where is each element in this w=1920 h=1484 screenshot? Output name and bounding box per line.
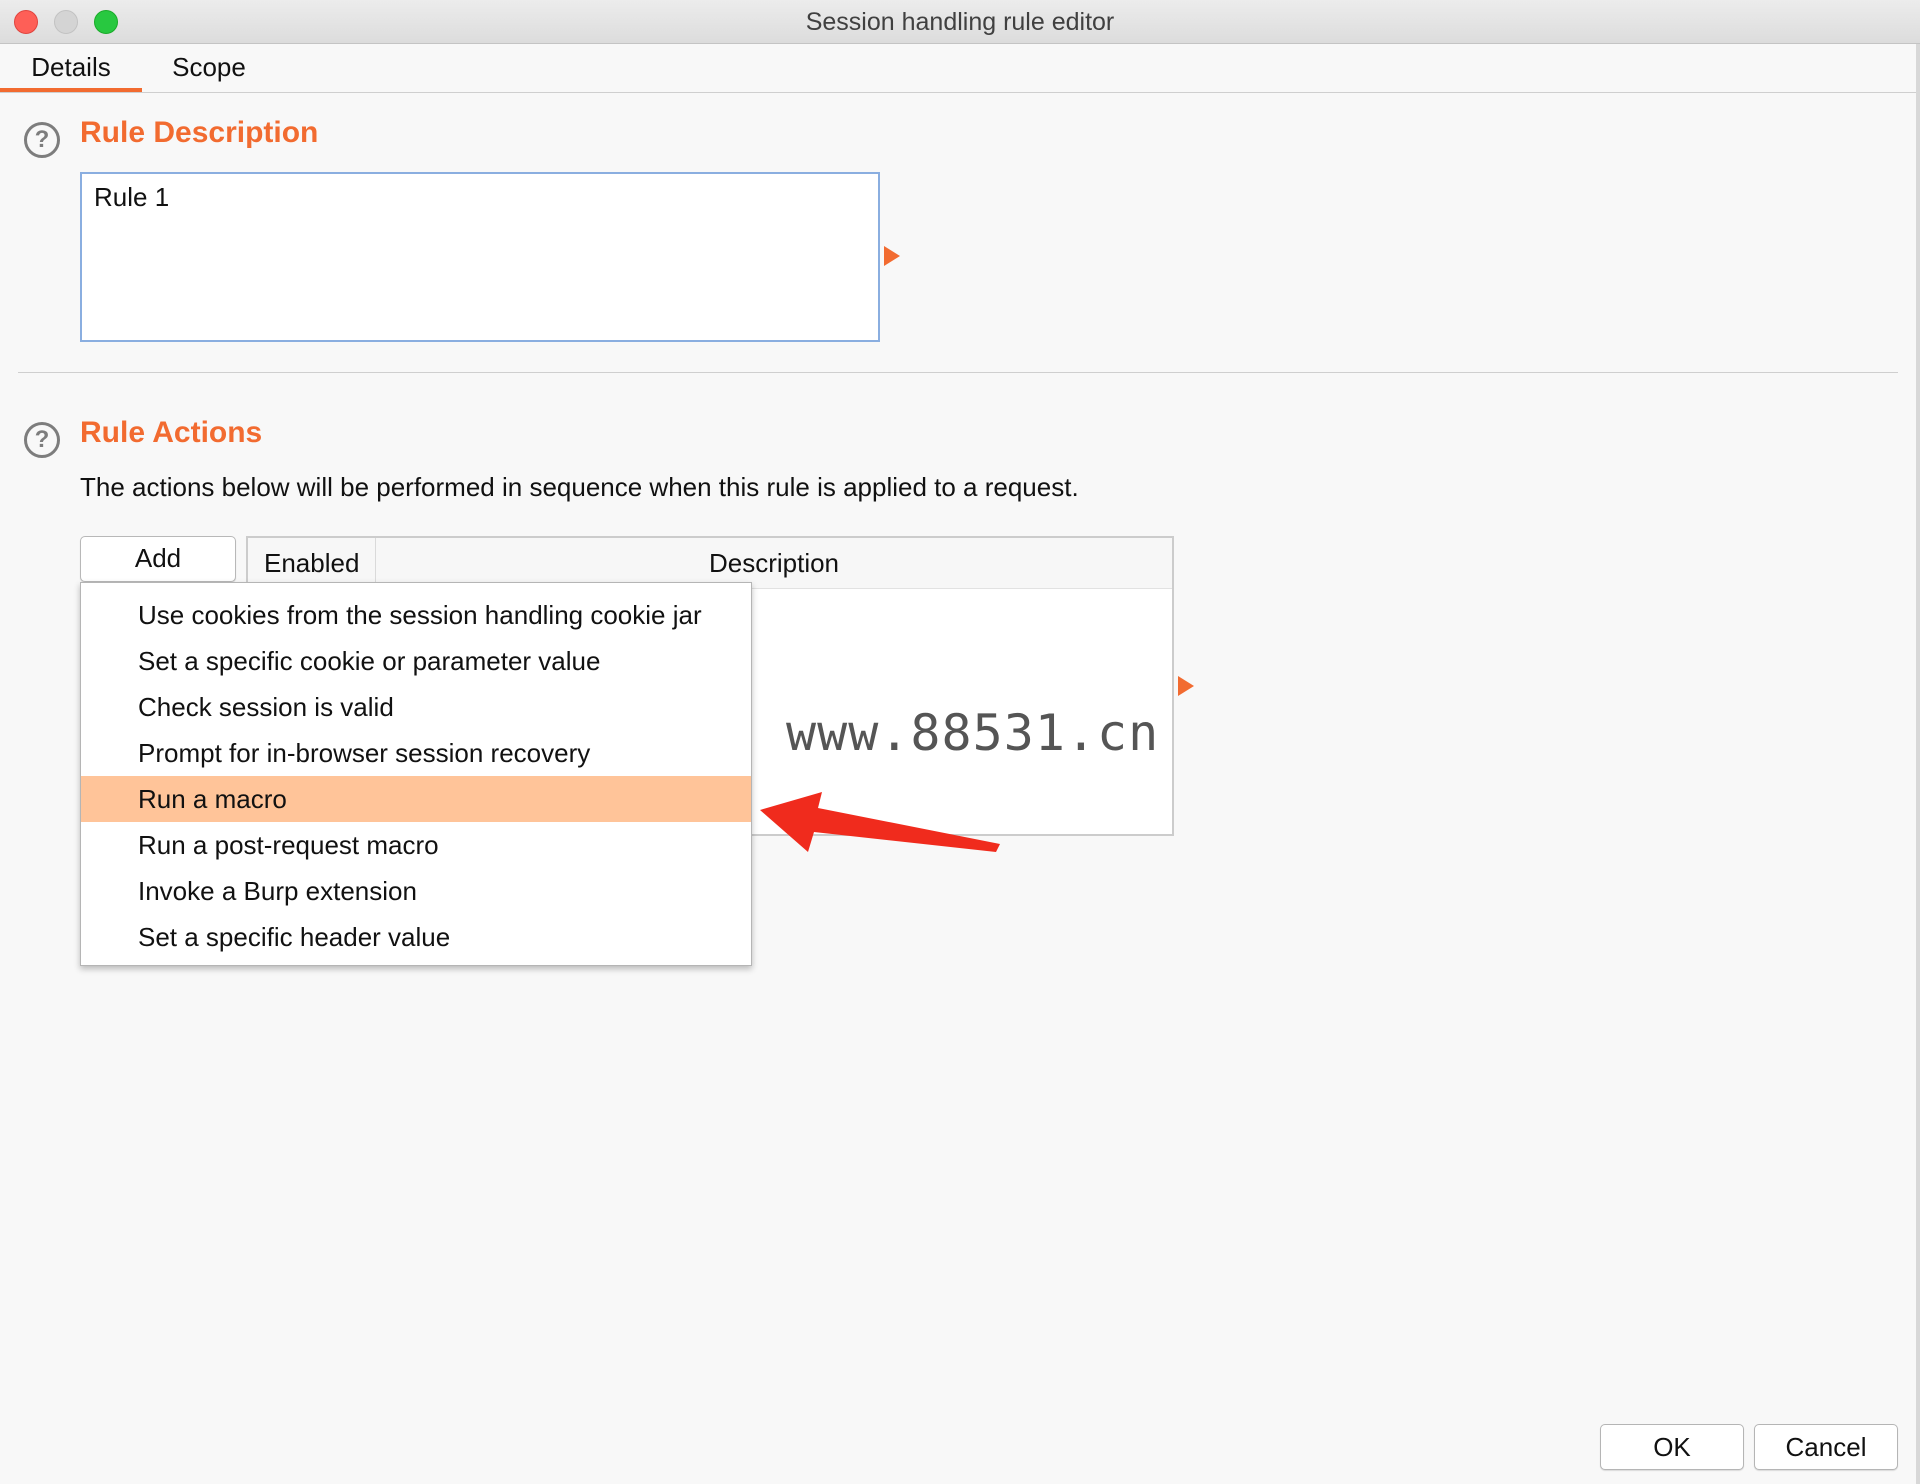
- menu-item-invoke-burp-extension[interactable]: Invoke a Burp extension: [81, 868, 751, 914]
- tab-details[interactable]: Details: [0, 44, 142, 92]
- window-title: Session handling rule editor: [805, 8, 1115, 36]
- menu-item-check-session-valid[interactable]: Check session is valid: [81, 684, 751, 730]
- rule-description-heading: Rule Description: [80, 116, 319, 149]
- cancel-button[interactable]: Cancel: [1754, 1424, 1898, 1470]
- tab-bar: Details Scope: [0, 44, 1916, 93]
- rule-actions-expand-arrow-icon[interactable]: [1178, 676, 1194, 696]
- window-right-edge: [1916, 44, 1920, 1484]
- rule-description-help-icon[interactable]: ?: [24, 122, 60, 158]
- rule-description-input[interactable]: Rule 1: [80, 172, 880, 342]
- menu-item-run-post-request-macro[interactable]: Run a post-request macro: [81, 822, 751, 868]
- menu-item-set-cookie-parameter[interactable]: Set a specific cookie or parameter value: [81, 638, 751, 684]
- annotation-arrow-shape: [760, 792, 1000, 852]
- title-bar: Session handling rule editor: [0, 0, 1920, 44]
- column-header-enabled[interactable]: Enabled: [248, 538, 376, 588]
- menu-item-set-header-value[interactable]: Set a specific header value: [81, 914, 751, 960]
- session-handling-rule-editor-window: Session handling rule editor Details Sco…: [0, 0, 1920, 1484]
- rule-actions-heading: Rule Actions: [80, 416, 263, 449]
- menu-item-run-macro[interactable]: Run a macro: [81, 776, 751, 822]
- menu-item-prompt-session-recovery[interactable]: Prompt for in-browser session recovery: [81, 730, 751, 776]
- menu-item-use-cookies[interactable]: Use cookies from the session handling co…: [81, 592, 751, 638]
- rule-actions-description: The actions below will be performed in s…: [80, 472, 1079, 502]
- add-action-button[interactable]: Add: [80, 536, 236, 582]
- ok-button[interactable]: OK: [1600, 1424, 1744, 1470]
- section-divider: [18, 372, 1898, 373]
- column-header-description[interactable]: Description: [376, 538, 1172, 588]
- annotation-arrow-icon: [760, 792, 1000, 852]
- rule-actions-help-icon[interactable]: ?: [24, 422, 60, 458]
- rule-description-expand-arrow-icon[interactable]: [884, 246, 900, 266]
- add-action-dropdown-menu: Use cookies from the session handling co…: [80, 582, 752, 966]
- watermark-text: www.88531.cn: [786, 704, 1160, 762]
- tab-scope[interactable]: Scope: [148, 44, 270, 92]
